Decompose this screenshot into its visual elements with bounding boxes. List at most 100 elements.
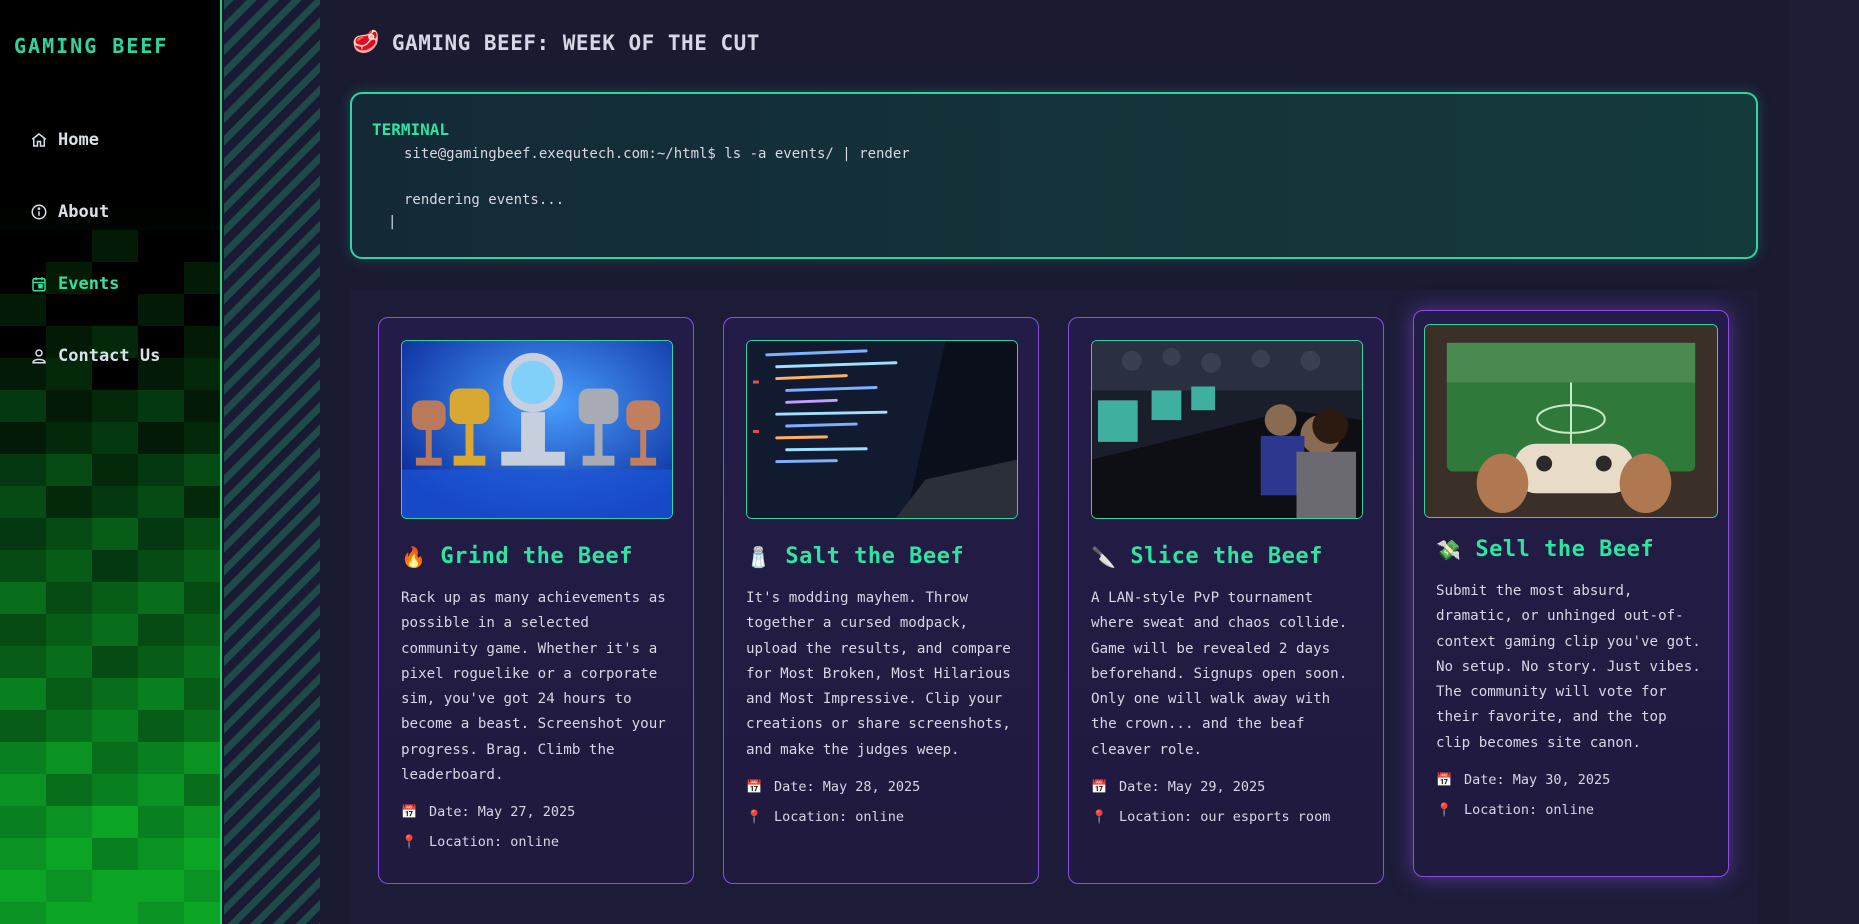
knife-icon: 🔪: [1091, 544, 1117, 569]
events-grid: 🔥 Grind the Beef Rack up as many achievem…: [350, 290, 1758, 924]
pixel-tile: [184, 390, 220, 422]
event-title: 💸 Sell the Beef: [1436, 537, 1655, 562]
pixel-tile: [184, 902, 220, 924]
pin-emoji-icon: 📍: [1436, 802, 1453, 818]
pixel-tile: [92, 774, 138, 806]
event-description: It's modding mayhem. Throw together a cu…: [746, 590, 1011, 758]
pixel-tile: [0, 902, 46, 924]
sidebar-item-contact[interactable]: Contact Us: [30, 320, 160, 392]
event-title: 🔥 Grind the Beef: [401, 544, 633, 569]
page-title: 🥩 GAMING BEEF: WEEK OF THE CUT: [352, 30, 760, 55]
event-card-slice[interactable]: 🔪 Slice the Beef A LAN-style PvP tourname…: [1068, 317, 1384, 884]
pixel-tile: [92, 902, 138, 924]
pixel-tile: [184, 614, 220, 646]
calendar-emoji-icon: 📅: [401, 804, 418, 820]
pixel-tile: [184, 774, 220, 806]
pixel-tile: [184, 870, 220, 902]
event-description: Submit the most absurd, dramatic, or unh…: [1436, 583, 1701, 751]
pixel-tile: [46, 518, 92, 550]
pixel-tile: [138, 902, 184, 924]
pixel-tile: [46, 390, 92, 422]
pixel-tile: [184, 358, 220, 390]
pixel-tile: [0, 550, 46, 582]
pixel-tile: [184, 550, 220, 582]
pixel-tile: [184, 294, 220, 326]
pixel-tile: [184, 454, 220, 486]
event-location: 📍 Location: online: [401, 834, 560, 850]
pixel-tile: [184, 262, 220, 294]
pixel-tile: [92, 518, 138, 550]
pixel-tile: [138, 486, 184, 518]
pixel-tile: [0, 870, 46, 902]
sidebar-item-label: Contact Us: [58, 346, 161, 366]
terminal-command: site@gamingbeef.exequtech.com:~/html$ ls…: [404, 146, 910, 162]
pixel-tile: [92, 710, 138, 742]
sidebar: GAMING BEEF Home About Events Contact Us: [0, 0, 222, 924]
pixel-tile: [92, 454, 138, 486]
pixel-tile: [0, 710, 46, 742]
sidebar-item-about[interactable]: About: [30, 176, 160, 248]
pixel-tile: [92, 646, 138, 678]
pixel-tile: [0, 422, 46, 454]
pixel-tile: [184, 678, 220, 710]
pixel-tile: [92, 806, 138, 838]
sidebar-item-label: Events: [58, 274, 120, 294]
pixel-tile: [184, 742, 220, 774]
pixel-tile: [92, 582, 138, 614]
home-icon: [31, 133, 47, 147]
pixel-tile: [0, 390, 46, 422]
pixel-tile: [138, 678, 184, 710]
sidebar-item-events[interactable]: Events: [30, 248, 160, 320]
terminal-output: rendering events...: [404, 192, 565, 208]
pixel-tile: [184, 230, 220, 262]
event-card-grind[interactable]: 🔥 Grind the Beef Rack up as many achievem…: [378, 317, 694, 884]
fire-icon: 🔥: [401, 544, 427, 569]
event-card-salt[interactable]: 🧂 Salt the Beef It's modding mayhem. Thro…: [723, 317, 1039, 884]
pixel-tile: [138, 582, 184, 614]
pixel-tile: [0, 454, 46, 486]
brand-logo[interactable]: GAMING BEEF: [14, 34, 168, 58]
sidebar-nav: Home About Events Contact Us: [30, 104, 160, 392]
event-description: A LAN-style PvP tournament where sweat a…: [1091, 590, 1348, 758]
sidebar-item-home[interactable]: Home: [30, 104, 160, 176]
pixel-tile: [0, 838, 46, 870]
pixel-tile: [92, 742, 138, 774]
pixel-tile: [184, 422, 220, 454]
event-date: 📅 Date: May 27, 2025: [401, 804, 576, 820]
pin-emoji-icon: 📍: [401, 834, 418, 850]
event-card-sell[interactable]: 💸 Sell the Beef Submit the most absurd, d…: [1413, 310, 1729, 877]
decorative-stripe: [224, 0, 320, 924]
sidebar-item-label: About: [58, 202, 110, 222]
event-location: 📍 Location: our esports room: [1091, 809, 1331, 825]
pixel-tile: [46, 422, 92, 454]
pixel-tile: [0, 678, 46, 710]
pixel-tile: [46, 646, 92, 678]
main-content: 🥩 GAMING BEEF: WEEK OF THE CUT TERMINAL …: [320, 0, 1790, 924]
pixel-tile: [46, 870, 92, 902]
pixel-tile: [138, 710, 184, 742]
event-date: 📅 Date: May 28, 2025: [746, 779, 921, 795]
pixel-tile: [92, 390, 138, 422]
pixel-tile: [138, 742, 184, 774]
pixel-tile: [184, 838, 220, 870]
pin-emoji-icon: 📍: [746, 809, 763, 825]
money-icon: 💸: [1436, 537, 1462, 562]
pixel-tile: [92, 838, 138, 870]
event-title: 🔪 Slice the Beef: [1091, 544, 1323, 569]
pixel-tile: [0, 614, 46, 646]
pixel-tile: [46, 582, 92, 614]
sidebar-item-label: Home: [58, 130, 99, 150]
pixel-tile: [138, 454, 184, 486]
pixel-tile: [46, 614, 92, 646]
pixel-tile: [138, 870, 184, 902]
pixel-tile: [0, 646, 46, 678]
info-icon: [31, 204, 47, 220]
pixel-tile: [138, 838, 184, 870]
event-image-code: [746, 340, 1018, 519]
page-title-text: GAMING BEEF: WEEK OF THE CUT: [391, 30, 760, 55]
pixel-tile: [138, 550, 184, 582]
pixel-tile: [92, 422, 138, 454]
pixel-tile: [0, 518, 46, 550]
pixel-tile: [184, 646, 220, 678]
user-icon: [32, 349, 46, 364]
